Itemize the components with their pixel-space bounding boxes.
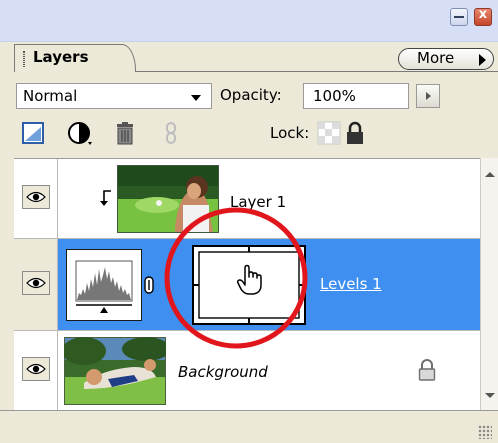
minimize-icon[interactable] xyxy=(450,8,468,26)
tab-layers-label: Layers xyxy=(33,48,89,66)
new-fill-layer-icon[interactable] xyxy=(20,120,46,146)
layer-name: Levels 1 xyxy=(320,275,382,293)
blend-mode-value: Normal xyxy=(23,87,78,105)
layer-name: Background xyxy=(178,363,268,381)
scroll-down-icon[interactable] xyxy=(485,393,495,398)
levels-histogram-icon xyxy=(65,248,143,325)
eye-icon[interactable] xyxy=(22,185,50,209)
eye-icon[interactable] xyxy=(22,271,50,295)
lock-all-icon[interactable] xyxy=(342,120,368,146)
trash-icon[interactable] xyxy=(112,120,138,146)
more-arrow-icon xyxy=(479,54,486,66)
close-icon[interactable]: x xyxy=(474,7,492,26)
background-thumbnail xyxy=(62,336,170,409)
lock-label: Lock: xyxy=(270,124,310,142)
opacity-input[interactable]: 100% xyxy=(303,83,409,109)
padlock-icon xyxy=(418,359,436,385)
tab-divider xyxy=(135,71,498,72)
link-icon[interactable] xyxy=(158,120,184,146)
chain-link-icon[interactable] xyxy=(144,276,154,298)
lock-transparency-icon[interactable] xyxy=(316,120,342,146)
eye-icon[interactable] xyxy=(22,357,50,381)
tab-layers[interactable]: Layers xyxy=(14,44,136,72)
visibility-column xyxy=(14,159,58,238)
clip-arrow-icon xyxy=(100,189,114,211)
layers-panel: x Layers More Normal Opacity: 100% Lock:… xyxy=(0,0,498,443)
tab-row: Layers More xyxy=(0,28,498,72)
chevron-down-icon xyxy=(191,95,201,101)
layers-scrollbar[interactable] xyxy=(480,158,498,410)
scroll-up-icon[interactable] xyxy=(485,172,495,177)
annotation-circle xyxy=(162,203,310,357)
more-button[interactable]: More xyxy=(398,48,494,70)
opacity-label: Opacity: xyxy=(220,86,282,104)
resize-grip-icon[interactable] xyxy=(478,425,492,439)
panel-bottom-bar xyxy=(0,410,498,443)
adjustment-layer-icon[interactable] xyxy=(66,120,92,146)
tab-grip-icon xyxy=(23,51,25,67)
more-button-label: More xyxy=(417,49,455,67)
opacity-value: 100% xyxy=(313,87,356,105)
opacity-slider-button[interactable] xyxy=(416,84,440,108)
visibility-column xyxy=(14,331,58,411)
visibility-column xyxy=(14,239,58,330)
layers-list: Layer 1 Levels 1 Background xyxy=(14,158,480,411)
blend-mode-select[interactable]: Normal xyxy=(16,83,212,109)
